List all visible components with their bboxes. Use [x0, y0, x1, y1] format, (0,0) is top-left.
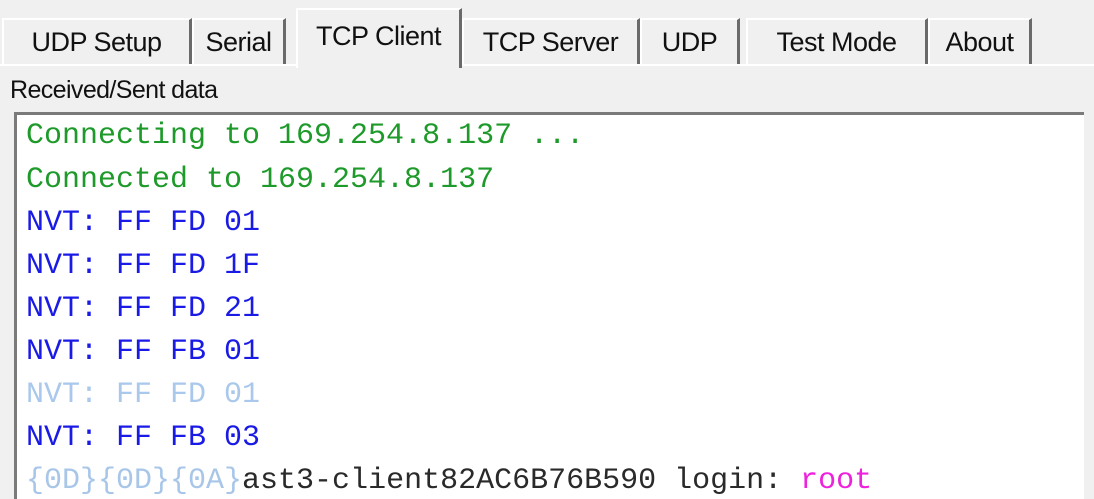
tab-udp[interactable]: UDP [640, 18, 740, 64]
login-prompt: ast3-client82AC6B76B590 login: [242, 464, 801, 498]
tab-about[interactable]: About [928, 18, 1032, 64]
tab-tcp-server-label: TCP Server [482, 26, 619, 57]
received-sent-data-log[interactable]: Connecting to 169.254.8.137 ... Connecte… [14, 112, 1084, 499]
tab-tcp-client-label: TCP Client [315, 20, 442, 51]
tab-udp-label: UDP [661, 26, 718, 57]
login-prompt-line: {0D}{0D}{0A}ast3-client82AC6B76B590 logi… [26, 462, 872, 499]
tab-udp-setup[interactable]: UDP Setup [2, 18, 192, 64]
control-chars: {0D}{0D}{0A} [26, 464, 243, 498]
tcp-client-window: UDP Setup Serial TCP Client TCP Server U… [0, 0, 1094, 499]
tab-test-mode[interactable]: Test Mode [746, 18, 928, 64]
received-sent-data-label: Received/Sent data [10, 76, 218, 104]
log-line: NVT: FF FB 03 [26, 421, 261, 455]
tab-bar: UDP Setup Serial TCP Client TCP Server U… [0, 0, 1094, 68]
log-line: Connecting to 169.254.8.137 ... [26, 119, 585, 153]
tab-about-label: About [945, 26, 1014, 57]
log-line: NVT: FF FD 01 [26, 378, 261, 412]
log-line: NVT: FF FD 01 [26, 206, 261, 240]
log-line: NVT: FF FD 21 [26, 292, 261, 326]
tab-tcp-server[interactable]: TCP Server [462, 18, 640, 64]
tab-serial[interactable]: Serial [192, 18, 286, 64]
log-line: NVT: FF FB 01 [26, 335, 261, 369]
tab-tcp-client[interactable]: TCP Client [296, 8, 462, 68]
login-input: root [800, 464, 873, 498]
log-line: NVT: FF FD 1F [26, 249, 261, 283]
tab-udp-setup-label: UDP Setup [31, 26, 162, 57]
log-line: Connected to 169.254.8.137 [26, 163, 495, 197]
tab-test-mode-label: Test Mode [776, 26, 897, 57]
tab-bar-divider [0, 64, 1094, 66]
tab-serial-label: Serial [205, 26, 272, 57]
